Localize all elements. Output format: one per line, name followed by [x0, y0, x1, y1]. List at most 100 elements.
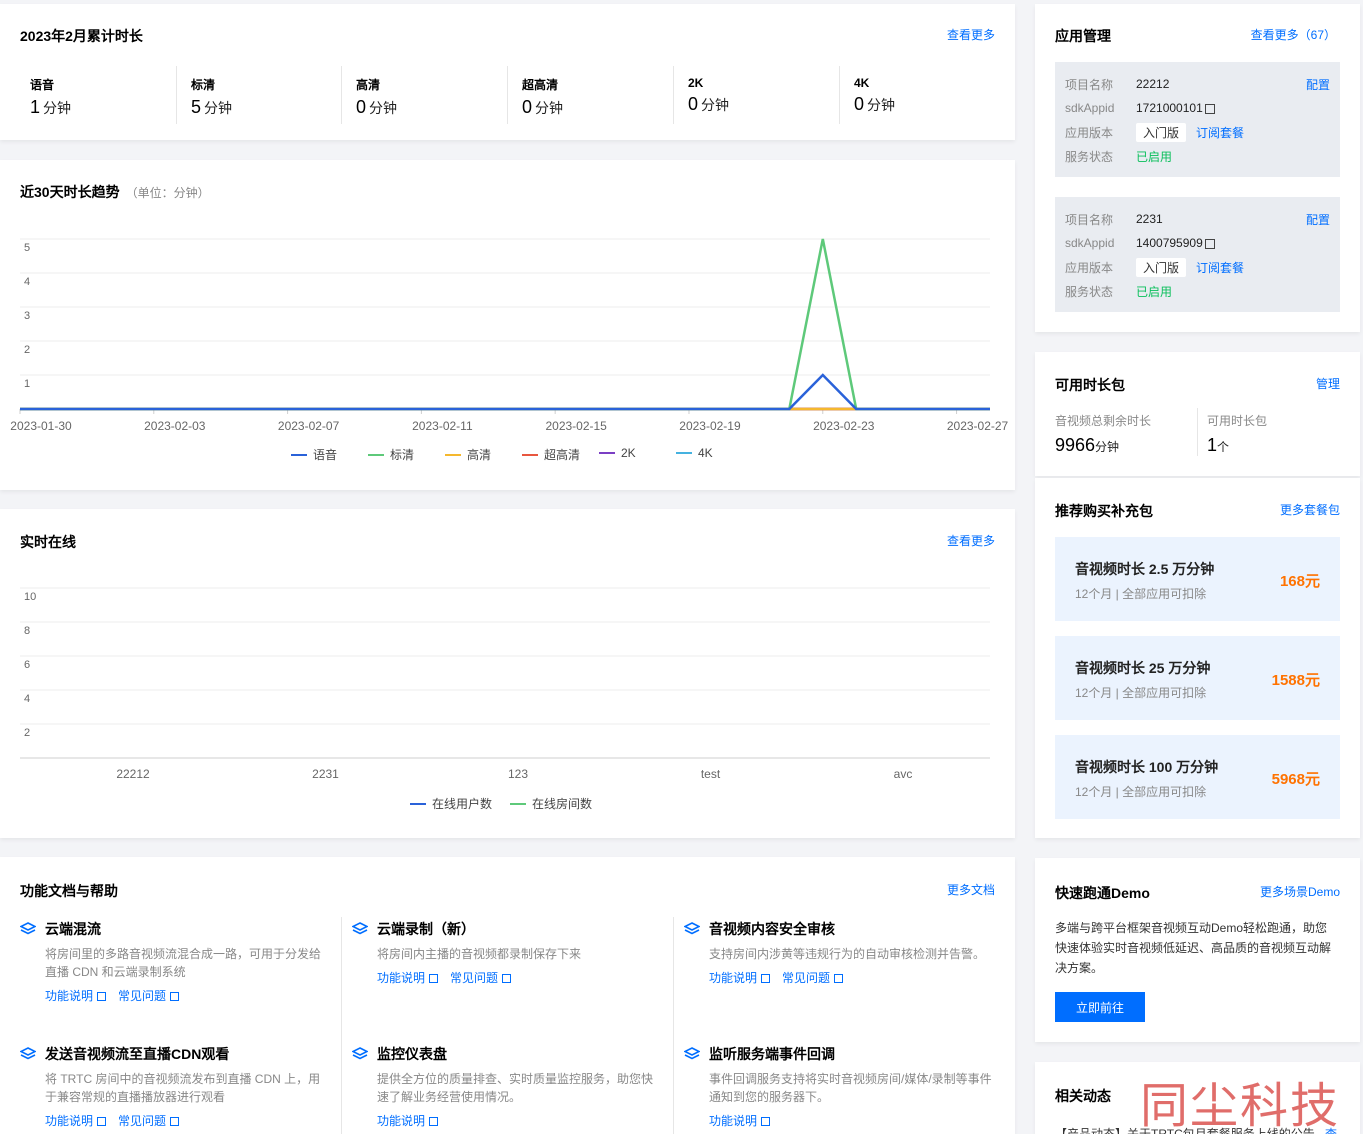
faq-link[interactable]: 常见问题 — [118, 989, 180, 1003]
legend-label: 标清 — [390, 448, 415, 462]
feature-doc-link[interactable]: 功能说明 — [709, 971, 771, 985]
packs-title: 可用时长包 — [1055, 377, 1125, 393]
stat-item: 2K 0 分钟 — [673, 66, 729, 124]
doc-title[interactable]: 云端录制（新） — [377, 919, 475, 939]
feature-doc-link[interactable]: 功能说明 — [377, 1114, 439, 1128]
doc-title[interactable]: 云端混流 — [45, 919, 101, 939]
app-name-value: 22212 — [1136, 77, 1170, 91]
app-status-key: 服务状态 — [1065, 149, 1114, 164]
recommend-title: 推荐购买补充包 — [1055, 503, 1153, 519]
subscribe-link[interactable]: 订阅套餐 — [1196, 259, 1244, 276]
app-sdk-value: 1400795909 — [1136, 236, 1203, 250]
layers-icon — [352, 1047, 368, 1060]
stat-value: 0 — [688, 94, 699, 114]
legend-swatch — [445, 453, 461, 456]
stat-label: 高清 — [356, 78, 381, 92]
y-tick-label: 2 — [24, 727, 30, 739]
legend-item[interactable]: 在线用户数 — [410, 795, 492, 812]
stat-item: 语音 1 分钟 — [20, 66, 71, 124]
faq-link[interactable]: 常见问题 — [782, 971, 844, 985]
x-tick-label: 22212 — [116, 767, 150, 781]
available-packs-value-row: 1个 — [1207, 435, 1267, 456]
x-tick-label: 2231 — [312, 767, 339, 781]
legend-item[interactable]: 2K — [599, 446, 636, 460]
demo-go-button[interactable]: 立即前往 — [1055, 992, 1145, 1022]
stat-item: 4K 0 分钟 — [839, 66, 895, 124]
layers-icon — [352, 922, 368, 935]
link-label: 功能说明 — [709, 971, 758, 985]
docs-card: 功能文档与帮助 更多文档 云端混流 将房间里的多路音视频流混合成一路，可用于分发给… — [0, 857, 1015, 1134]
package-card[interactable]: 音视频时长 2.5 万分钟 12个月 | 全部应用可扣除 168元 — [1055, 537, 1340, 621]
x-tick-label: test — [701, 767, 721, 781]
app-name-key: 项目名称 — [1065, 77, 1114, 92]
subscribe-link[interactable]: 订阅套餐 — [1196, 124, 1244, 141]
demo-card: 快速跑通Demo 更多场景Demo 多端与跨平台框架音视频互动Demo轻松跑通，… — [1035, 858, 1360, 1042]
stat-item: 超高清 0 分钟 — [507, 66, 563, 124]
legend-item[interactable]: 语音 — [291, 446, 337, 463]
x-tick-label: 2023-02-11 — [412, 419, 473, 433]
y-tick-label: 4 — [24, 693, 30, 705]
series-line-标清 — [20, 238, 990, 411]
link-label: 功能说明 — [45, 1114, 94, 1128]
legend-swatch — [522, 453, 538, 456]
link-label: 功能说明 — [377, 1114, 426, 1128]
available-packs-unit: 个 — [1217, 440, 1230, 454]
package-desc: 12个月 | 全部应用可扣除 — [1075, 587, 1207, 601]
stat-value-row: 0 分钟 — [854, 94, 895, 115]
packs-manage-link[interactable]: 管理 — [1316, 375, 1340, 392]
stat-value-row: 5 分钟 — [191, 97, 232, 118]
recommend-more-link[interactable]: 更多套餐包 — [1280, 501, 1340, 518]
doc-title[interactable]: 音视频内容安全审核 — [709, 919, 835, 939]
external-link-icon — [761, 1117, 771, 1126]
external-link-icon — [834, 974, 844, 983]
demo-more-link[interactable]: 更多场景Demo — [1260, 883, 1340, 900]
legend-item[interactable]: 在线房间数 — [510, 795, 592, 812]
app-sdk-key: sdkAppid — [1065, 236, 1115, 250]
docs-more-link[interactable]: 更多文档 — [947, 881, 995, 898]
doc-title-row: 监控仪表盘 — [352, 1044, 662, 1064]
external-link-icon — [170, 992, 180, 1001]
legend-item[interactable]: 标清 — [368, 446, 414, 463]
faq-link[interactable]: 常见问题 — [118, 1114, 180, 1128]
y-tick-label: 10 — [24, 591, 36, 603]
copy-icon[interactable] — [1204, 239, 1215, 249]
news-item[interactable]: 【产品动态】关于TRTC包月套餐服务上线的公告 — [1055, 1125, 1323, 1134]
legend-label: 超高清 — [544, 448, 581, 462]
faq-link[interactable]: 常见问题 — [450, 971, 512, 985]
doc-links: 功能说明 — [377, 1112, 662, 1129]
recommend-card: 推荐购买补充包 更多套餐包 音视频时长 2.5 万分钟 12个月 | 全部应用可扣… — [1035, 478, 1360, 838]
monthly-more-link[interactable]: 查看更多 — [947, 26, 995, 43]
app-sdk-key: sdkAppid — [1065, 101, 1115, 115]
app-status-value: 已启用 — [1136, 284, 1173, 299]
app-config-link[interactable]: 配置 — [1306, 211, 1330, 228]
doc-desc: 支持房间内涉黄等违规行为的自动审核检测并告警。 — [709, 947, 986, 961]
legend-swatch — [368, 453, 384, 456]
app-config-link[interactable]: 配置 — [1306, 76, 1330, 93]
doc-title[interactable]: 发送音视频流至直播CDN观看 — [45, 1044, 229, 1064]
app-name-value: 2231 — [1136, 212, 1163, 226]
package-card[interactable]: 音视频时长 25 万分钟 12个月 | 全部应用可扣除 1588元 — [1055, 636, 1340, 720]
news-more-link[interactable]: 查 — [1325, 1125, 1337, 1134]
feature-doc-link[interactable]: 功能说明 — [45, 1114, 107, 1128]
package-card[interactable]: 音视频时长 100 万分钟 12个月 | 全部应用可扣除 5968元 — [1055, 735, 1340, 819]
stat-label: 标清 — [191, 78, 216, 92]
doc-title[interactable]: 监控仪表盘 — [377, 1044, 447, 1064]
doc-title[interactable]: 监听服务端事件回调 — [709, 1044, 835, 1064]
legend-item[interactable]: 高清 — [445, 446, 491, 463]
legend-item[interactable]: 4K — [676, 446, 713, 460]
packs-divider — [1197, 408, 1198, 456]
feature-doc-link[interactable]: 功能说明 — [45, 989, 107, 1003]
doc-item: 监控仪表盘 提供全方位的质量排查、实时质量监控服务，助您快速了解业务经营使用情况。… — [352, 1044, 662, 1129]
legend-item[interactable]: 超高清 — [522, 446, 580, 463]
y-tick-label: 8 — [24, 625, 30, 637]
app-more-link[interactable]: 查看更多（67） — [1251, 26, 1336, 43]
copy-icon[interactable] — [1204, 104, 1215, 114]
feature-doc-link[interactable]: 功能说明 — [377, 971, 439, 985]
package-name: 音视频时长 100 万分钟 — [1075, 759, 1219, 775]
legend-label: 2K — [621, 446, 636, 460]
feature-doc-link[interactable]: 功能说明 — [709, 1114, 771, 1128]
link-label: 常见问题 — [118, 989, 167, 1003]
external-link-icon — [429, 1117, 439, 1126]
link-label: 常见问题 — [782, 971, 831, 985]
stat-unit: 分钟 — [701, 97, 730, 113]
